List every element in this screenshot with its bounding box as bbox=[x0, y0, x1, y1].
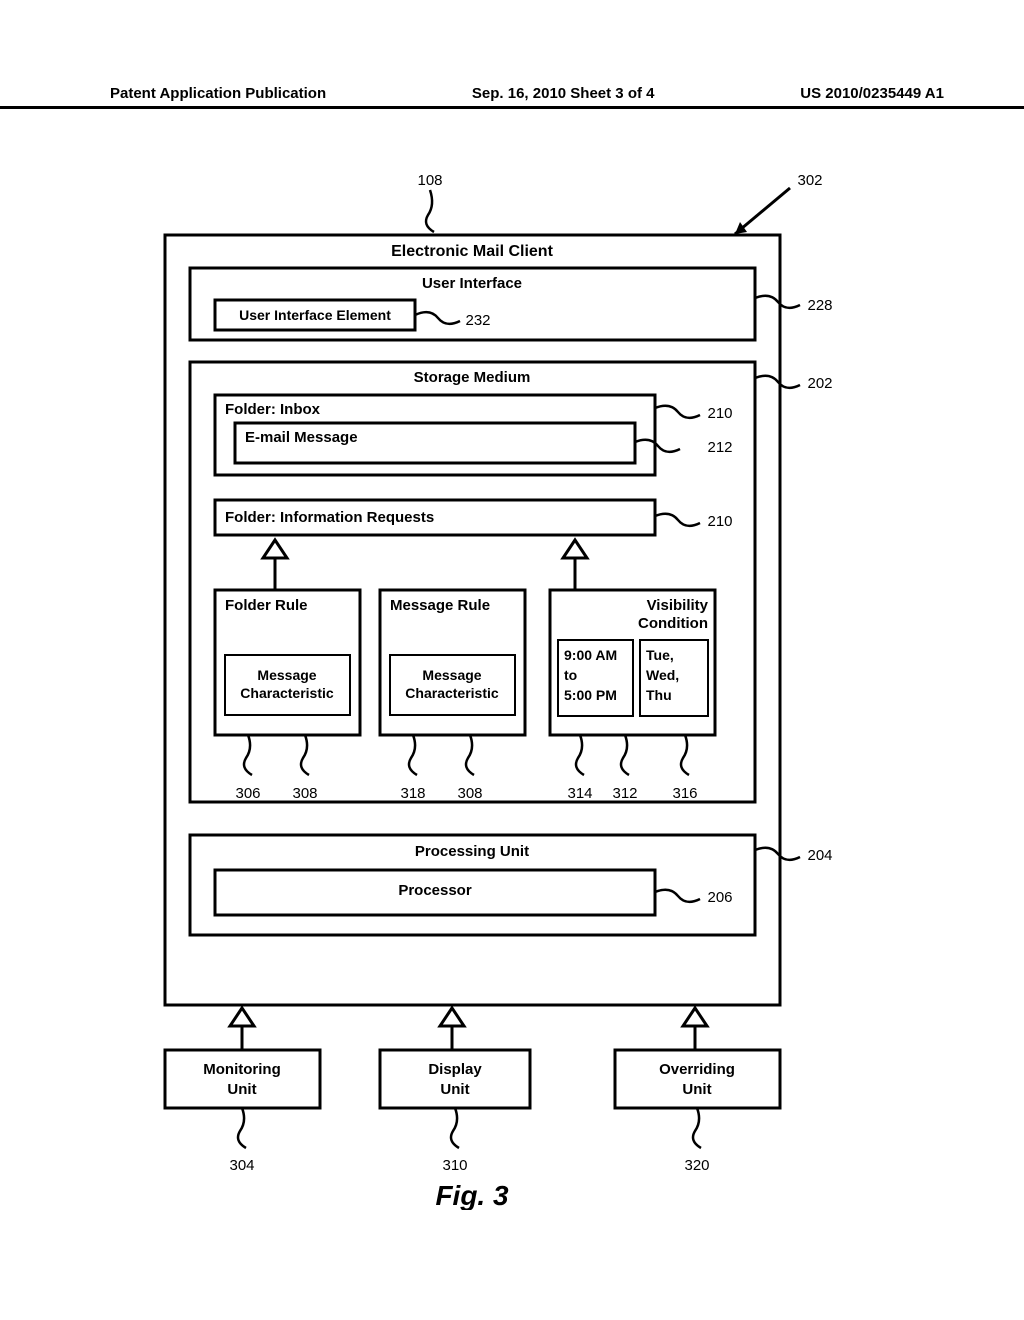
figure-diagram: 108 302 Electronic Mail Client User Inte… bbox=[0, 150, 1024, 1210]
label-ui-element: User Interface Element bbox=[239, 307, 391, 323]
label-time-1: 9:00 AM bbox=[564, 647, 617, 663]
figure-label: Fig. 3 bbox=[435, 1180, 509, 1210]
label-msg-char-1b: Characteristic bbox=[240, 685, 334, 701]
label-msg-char-2a: Message bbox=[422, 667, 481, 683]
header-rule bbox=[0, 106, 1024, 109]
box-overriding-unit bbox=[615, 1050, 780, 1108]
label-mon-unit-2: Unit bbox=[227, 1081, 256, 1098]
page: Patent Application Publication Sep. 16, … bbox=[0, 0, 1024, 1320]
header-mid: Sep. 16, 2010 Sheet 3 of 4 bbox=[472, 85, 655, 102]
label-vis-cond-1: Visibility bbox=[647, 597, 709, 614]
ref-310: 310 bbox=[442, 1157, 467, 1174]
label-processing-unit: Processing Unit bbox=[415, 843, 529, 860]
lead-304 bbox=[238, 1108, 246, 1148]
label-mon-unit-1: Monitoring bbox=[203, 1061, 280, 1078]
lead-108 bbox=[426, 190, 434, 232]
label-ovr-unit-2: Unit bbox=[682, 1081, 711, 1098]
header-left: Patent Application Publication bbox=[110, 85, 326, 102]
label-time-3: 5:00 PM bbox=[564, 687, 617, 703]
ref-232: 232 bbox=[465, 312, 490, 329]
label-folder-rule: Folder Rule bbox=[225, 597, 308, 614]
box-display-unit bbox=[380, 1050, 530, 1108]
lead-320 bbox=[693, 1108, 701, 1148]
label-msg-char-2b: Characteristic bbox=[405, 685, 499, 701]
label-storage-medium: Storage Medium bbox=[414, 369, 531, 386]
arrow-up-monitoring bbox=[230, 1008, 254, 1050]
label-processor: Processor bbox=[398, 882, 472, 899]
label-folder-inbox: Folder: Inbox bbox=[225, 401, 321, 418]
label-day-1: Tue, bbox=[646, 647, 674, 663]
label-day-2: Wed, bbox=[646, 667, 679, 683]
ref-316: 316 bbox=[672, 785, 697, 802]
arrow-up-display bbox=[440, 1008, 464, 1050]
label-vis-cond-2: Condition bbox=[638, 615, 708, 632]
label-email-message: E-mail Message bbox=[245, 429, 358, 446]
ref-228: 228 bbox=[807, 297, 832, 314]
ref-204: 204 bbox=[807, 847, 832, 864]
label-ovr-unit-1: Overriding bbox=[659, 1061, 735, 1078]
ref-210a: 210 bbox=[707, 405, 732, 422]
box-monitoring-unit bbox=[165, 1050, 320, 1108]
ref-306: 306 bbox=[235, 785, 260, 802]
label-mail-client: Electronic Mail Client bbox=[391, 243, 553, 260]
arrow-up-overriding bbox=[683, 1008, 707, 1050]
ref-314: 314 bbox=[567, 785, 592, 802]
ref-212: 212 bbox=[707, 439, 732, 456]
ref-308a: 308 bbox=[292, 785, 317, 802]
ref-210b: 210 bbox=[707, 513, 732, 530]
label-disp-unit-2: Unit bbox=[440, 1081, 469, 1098]
label-message-rule: Message Rule bbox=[390, 597, 490, 614]
ref-320: 320 bbox=[684, 1157, 709, 1174]
label-disp-unit-1: Display bbox=[428, 1061, 482, 1078]
ref-206: 206 bbox=[707, 889, 732, 906]
label-user-interface: User Interface bbox=[422, 275, 522, 292]
header-right: US 2010/0235449 A1 bbox=[800, 85, 944, 102]
ref-312: 312 bbox=[612, 785, 637, 802]
label-time-2: to bbox=[564, 667, 577, 683]
ref-308b: 308 bbox=[457, 785, 482, 802]
label-folder-info: Folder: Information Requests bbox=[225, 509, 434, 526]
ref-202: 202 bbox=[807, 375, 832, 392]
ref-108: 108 bbox=[417, 172, 442, 189]
ref-304: 304 bbox=[229, 1157, 254, 1174]
label-day-3: Thu bbox=[646, 687, 672, 703]
lead-310 bbox=[451, 1108, 459, 1148]
page-header: Patent Application Publication Sep. 16, … bbox=[110, 85, 944, 102]
ref-318: 318 bbox=[400, 785, 425, 802]
label-msg-char-1a: Message bbox=[257, 667, 316, 683]
ref-302: 302 bbox=[797, 172, 822, 189]
